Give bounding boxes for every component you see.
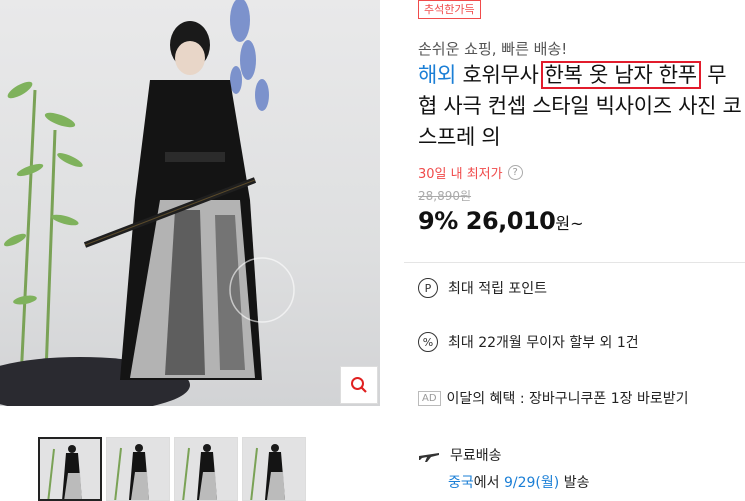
original-price: 28,890원 — [418, 189, 472, 203]
thumbnail-image — [47, 445, 82, 499]
title-highlight: 한복 옷 남자 한푸 — [540, 61, 701, 89]
promo-badge: 추석한가득 — [418, 0, 481, 19]
benefit-installment[interactable]: % 최대 22개월 무이자 할부 외 1건 — [418, 332, 639, 352]
thumbnail-strip — [38, 437, 306, 501]
price-unit: 원~ — [555, 214, 584, 233]
benefit-label: 이달의 혜택 : 장바구니쿠폰 1장 바로받기 — [446, 391, 689, 407]
sale-price: 26,010 — [465, 207, 556, 235]
help-icon[interactable]: ? — [507, 165, 523, 180]
origin-country: 중국 — [448, 475, 474, 491]
zoom-button[interactable] — [340, 366, 378, 404]
divider — [404, 262, 745, 263]
magnifier-icon — [351, 377, 367, 393]
origin-suffix: 에서 — [473, 475, 500, 491]
benefit-label: 최대 적립 포인트 — [448, 281, 548, 297]
product-title: 해외 호위무사 한복 옷 남자 한푸 무협 사극 컨셉 스타일 빅사이즈 사진 코… — [418, 60, 743, 153]
plane-icon — [419, 453, 439, 462]
benefit-monthly[interactable]: AD 이달의 혜택 : 장바구니쿠폰 1장 바로받기 — [418, 388, 689, 408]
thumbnail-2[interactable] — [106, 437, 170, 501]
thumbnail-image — [250, 444, 285, 500]
thumbnail-1[interactable] — [38, 437, 102, 501]
free-shipping-label: 무료배송 — [450, 448, 502, 464]
product-photo — [0, 0, 295, 406]
point-icon: P — [418, 278, 438, 298]
lowest-price-label: 30일 내 최저가 ? — [418, 163, 523, 182]
thumbnail-image — [114, 444, 149, 500]
ad-badge: AD — [418, 390, 441, 406]
overseas-label: 해외 — [418, 63, 457, 87]
percent-icon: % — [418, 332, 438, 352]
lowest-price-text: 30일 내 최저가 — [418, 167, 503, 182]
shipping-info: 중국에서 9/29(월) 발송 — [448, 472, 589, 492]
ship-date: 9/29(월) — [503, 475, 560, 491]
price-row: 9% 26,010 원~ — [418, 207, 584, 235]
product-subtitle: 손쉬운 쇼핑, 빠른 배송! — [418, 40, 568, 58]
thumbnail-4[interactable] — [242, 437, 306, 501]
ship-word: 발송 — [563, 475, 590, 491]
benefit-label: 최대 22개월 무이자 할부 외 1건 — [448, 335, 639, 351]
thumbnail-image — [182, 444, 217, 500]
title-part-1: 호위무사 — [462, 63, 539, 87]
benefit-points[interactable]: P 최대 적립 포인트 — [418, 278, 547, 298]
shipping-row: 무료배송 — [418, 445, 502, 465]
product-main-image[interactable] — [0, 0, 380, 406]
discount-rate: 9% — [418, 207, 458, 235]
thumbnail-3[interactable] — [174, 437, 238, 501]
